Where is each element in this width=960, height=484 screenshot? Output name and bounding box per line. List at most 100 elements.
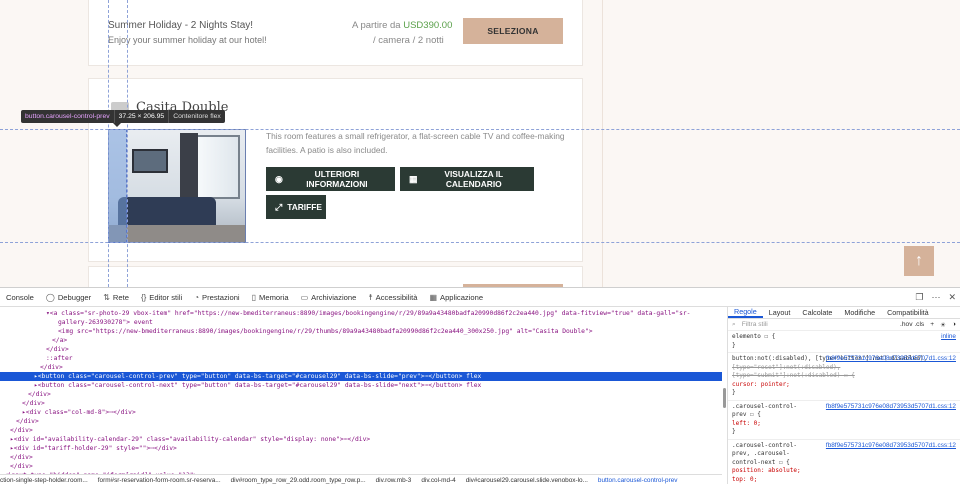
guide-line — [0, 242, 960, 243]
dom-scrollbar[interactable] — [723, 388, 726, 408]
styles-tab[interactable]: Regole — [728, 307, 763, 318]
dom-node-line[interactable]: ▸<div id="tariff-holder-29" style="">⋯</… — [0, 444, 722, 453]
styles-tab[interactable]: Calcolate — [796, 308, 838, 317]
breadcrumb-item[interactable]: div#carousel29.carousel.slide.venobox-lo… — [466, 477, 588, 484]
styles-tab[interactable]: Layout — [763, 308, 797, 317]
tab-network[interactable]: ⇅ Rete — [97, 288, 135, 307]
arrow-up-icon: ↑ — [915, 252, 923, 269]
breadcrumb-item[interactable]: button.carousel-control-prev — [598, 477, 678, 484]
css-rule: fb8f9e575731c976e08d73953d5707d1.css:12.… — [728, 440, 960, 484]
filter-input[interactable]: Filtra stili — [742, 321, 894, 328]
styles-tab[interactable]: Compatibilità — [881, 308, 935, 317]
dom-node-line[interactable]: ▸<button class="carousel-control-next" t… — [0, 381, 722, 390]
tab-performance[interactable]: ◔ Prestazioni — [188, 288, 245, 307]
dark-theme-icon[interactable]: ◑ — [952, 321, 956, 329]
tab-label: Editor stili — [149, 292, 183, 302]
rule-declaration: } — [732, 389, 736, 396]
price-value: USD390.00 — [403, 20, 453, 31]
css-rule: fb8f9e575731c976e08d73953d5707d1.css:12 b… — [728, 353, 960, 401]
tab-debugger[interactable]: ◯ Debugger — [40, 288, 97, 307]
debugger-icon: ◯ — [45, 292, 55, 302]
webpage-viewport: Summer Holiday - 2 Nights Stay! Enjoy yo… — [0, 0, 960, 287]
dom-node-line[interactable]: </div> — [0, 363, 722, 372]
select-offer-button[interactable]: SELEZIONA — [463, 18, 563, 44]
breadcrumb-item[interactable]: div#room_type_row_29.odd.room_type_row.p… — [231, 477, 366, 484]
rule-declaration: left: 0; — [732, 419, 761, 427]
dom-node-line[interactable]: </div> — [0, 345, 722, 354]
offer-price: A partire da USD390.00 — [352, 20, 452, 31]
add-rule-icon[interactable]: + — [930, 321, 934, 329]
rule-source-link[interactable]: fb8f9e575731c976e08d73953d5707d1.css:12 — [826, 355, 956, 364]
filter-icon: ⌕ — [732, 320, 736, 328]
rule-declaration: prev, .carousel- — [732, 450, 790, 457]
close-icon[interactable]: ✕ — [948, 292, 956, 303]
tab-accessibility[interactable]: ☨ Accessibilità — [362, 288, 423, 307]
view-calendar-button[interactable]: ▦ VISUALIZZA IL CALENDARIO — [400, 167, 534, 191]
tab-console[interactable]: Console — [0, 288, 40, 307]
pseudo-class-toggle[interactable]: .hov .cls — [900, 321, 924, 329]
tab-storage[interactable]: ▭ Archiviazione — [295, 288, 363, 307]
dom-node-line[interactable]: ▸<button class="carousel-control-prev" t… — [0, 372, 722, 381]
breadcrumb-item[interactable]: div.row.mb-3 — [376, 477, 412, 484]
breadcrumb-item[interactable]: div.col-md-4 — [421, 477, 455, 484]
breadcrumb-item[interactable]: ction-single-step-holder.room... — [0, 477, 88, 484]
filter-tools: .hov .cls + ☀ ◑ — [900, 321, 956, 329]
dom-node-line[interactable]: </div> — [0, 390, 722, 399]
tooltip-arrow — [113, 123, 121, 127]
tab-application[interactable]: ▦ Applicazione — [423, 288, 489, 307]
guide-line — [108, 0, 109, 287]
tooltip-selector: button.carousel-control-prev — [25, 113, 110, 120]
tab-style-editor[interactable]: {} Editor stili — [135, 288, 188, 307]
network-icon: ⇅ — [103, 292, 110, 302]
dom-node-line[interactable]: </a> — [0, 336, 722, 345]
css-rule: fb8f9e575731c976e08d73953d5707d1.css:12.… — [728, 401, 960, 440]
dock-icon[interactable]: ❐ — [915, 292, 923, 303]
styles-tabs: Regole Layout Calcolate Modifiche Compatibil… — [728, 307, 960, 319]
styles-tab[interactable]: Modifiche — [838, 308, 881, 317]
tab-label: Memoria — [259, 292, 289, 302]
dom-node-line[interactable]: </div> — [0, 399, 722, 408]
inspector-tooltip: button.carousel-control-prev 37.25 × 206… — [21, 110, 225, 123]
rule-declaration: } — [732, 428, 736, 435]
carousel-prev-button[interactable] — [108, 129, 127, 243]
dom-node-line[interactable]: ▾<a class="sr-photo-29 vbox-item" href="… — [0, 309, 722, 318]
more-info-button[interactable]: ◉ ULTERIORI INFORMAZIONI — [266, 167, 395, 191]
braces-icon: {} — [140, 292, 147, 302]
rule-selector: elemento ☐ { — [732, 333, 776, 340]
calendar-icon: ▦ — [409, 173, 418, 184]
dom-node-line[interactable]: </div> — [0, 462, 722, 471]
tab-memory[interactable]: ▯ Memoria — [246, 288, 295, 307]
rule-declaration: [type="submit"]:not(:disabled) ☐ { — [732, 372, 855, 379]
tab-label: Rete — [112, 292, 129, 302]
dom-tree[interactable]: ▾<a class="sr-photo-29 vbox-item" href="… — [0, 307, 722, 475]
tooltip-size: 37.25 × 206.95 — [113, 110, 169, 123]
css-rule: inline elemento ☐ {} — [728, 331, 960, 353]
storage-icon: ▭ — [300, 292, 309, 302]
rule-declaration: } — [732, 341, 736, 349]
rule-source-link[interactable]: fb8f9e575731c976e08d73953d5707d1.css:12 — [826, 403, 956, 412]
scroll-top-button[interactable]: ↑ — [904, 246, 934, 276]
tab-label: Prestazioni — [202, 292, 240, 302]
dom-node-line[interactable]: <img src="https://new-bmediterraneus:889… — [0, 327, 722, 336]
styles-panel: Regole Layout Calcolate Modifiche Compatibil… — [727, 307, 960, 484]
rule-source-link[interactable]: inline — [941, 333, 956, 342]
dom-node-line[interactable]: </div> — [0, 453, 722, 462]
breadcrumb-item[interactable]: form#sr-reservation-form-room.sr-reserva… — [98, 477, 221, 484]
tab-label: Debugger — [57, 292, 92, 302]
dom-node-line[interactable]: ::after — [0, 354, 722, 363]
dom-node-line[interactable]: </div> — [0, 417, 722, 426]
dom-node-line[interactable]: ▸<div id="availability-calendar-29" clas… — [0, 435, 722, 444]
dom-node-line[interactable]: ▸<div class="col-md-8">⋯</div> — [0, 408, 722, 417]
more-menu-icon[interactable]: ⋯ — [931, 292, 940, 303]
rates-button[interactable]: ⤢ TARIFFE — [266, 195, 326, 219]
gauge-icon: ◔ — [194, 292, 200, 302]
dom-node-line[interactable]: </div> — [0, 426, 722, 435]
tab-label: Applicazione — [440, 292, 484, 302]
dom-node-line[interactable]: gallery-263930278"> event — [0, 318, 722, 327]
application-icon: ▦ — [429, 292, 438, 302]
light-theme-icon[interactable]: ☀ — [940, 321, 946, 329]
styles-filter: ⌕ Filtra stili .hov .cls + ☀ ◑ — [728, 319, 960, 331]
rule-source-link[interactable]: fb8f9e575731c976e08d73953d5707d1.css:12 — [826, 442, 956, 451]
tooltip-type: Contenitore flex — [168, 110, 225, 123]
price-unit: / camera / 2 notti — [373, 35, 444, 46]
